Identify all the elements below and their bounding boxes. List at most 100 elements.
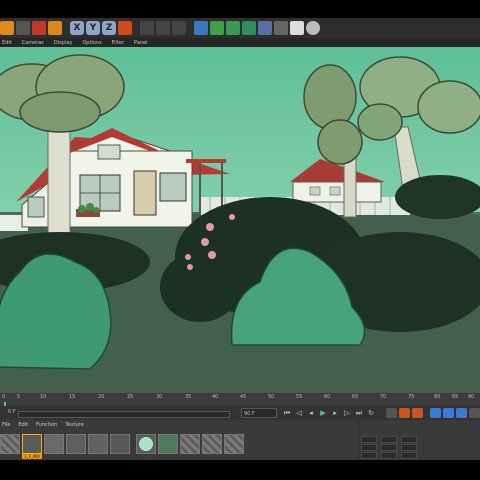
z-axis-button[interactable]: Z xyxy=(102,21,116,35)
render-view-icon[interactable] xyxy=(140,21,154,35)
timeline-tick: 10 xyxy=(40,394,47,400)
material-swatch[interactable] xyxy=(180,434,200,460)
material-menu-file[interactable]: File xyxy=(2,420,10,430)
timeline-tick: 25 xyxy=(127,394,134,400)
material-preview xyxy=(158,434,178,454)
menu-cameras[interactable]: Cameras xyxy=(22,40,44,46)
material-swatch-selected[interactable]: 1_F_MO xyxy=(22,434,42,460)
parameter-key-icon[interactable] xyxy=(469,408,480,418)
material-swatch[interactable] xyxy=(44,434,64,460)
render-picture-viewer-icon[interactable] xyxy=(156,21,170,35)
timeline-tick: 65 xyxy=(352,394,359,400)
timeline-tick: 45 xyxy=(240,394,247,400)
material-swatch[interactable] xyxy=(0,434,20,460)
material-preview xyxy=(44,434,64,454)
spline-pen-icon[interactable] xyxy=(210,21,224,35)
next-frame-icon[interactable]: ▸ xyxy=(330,408,340,418)
3d-viewport[interactable] xyxy=(0,47,480,392)
size-y-field[interactable] xyxy=(381,444,397,451)
x-axis-button[interactable]: X xyxy=(70,21,84,35)
position-y-field[interactable] xyxy=(361,444,377,451)
goto-end-icon[interactable]: ⏭ xyxy=(354,408,364,418)
material-swatch[interactable] xyxy=(224,434,244,460)
menu-options[interactable]: Options xyxy=(82,40,101,46)
scale-key-icon[interactable] xyxy=(443,408,454,418)
menu-edit[interactable]: Edit xyxy=(2,40,12,46)
material-swatch[interactable] xyxy=(88,434,108,460)
letterbox-bottom xyxy=(0,460,480,480)
transport-bar: 0 F 90 F ⏮ ◁ ◂ ▶ ▸ ▷ ⏭ ↻ xyxy=(0,406,480,420)
material-menu-texture[interactable]: Texture xyxy=(65,420,83,430)
coord-row-y xyxy=(361,444,417,451)
deformer-icon[interactable] xyxy=(258,21,272,35)
toolbar-separator xyxy=(134,21,138,35)
keyframe-selection-icon[interactable] xyxy=(412,408,423,418)
timeline-tick: 40 xyxy=(212,394,219,400)
nurbs-icon[interactable] xyxy=(226,21,240,35)
select-tool-icon[interactable] xyxy=(16,21,30,35)
main-toolbar: X Y Z xyxy=(0,18,480,38)
material-preview xyxy=(110,434,130,454)
cube-object-icon[interactable] xyxy=(194,21,208,35)
prev-key-icon[interactable]: ◁ xyxy=(294,408,304,418)
light-icon[interactable] xyxy=(306,21,320,35)
menu-display[interactable]: Display xyxy=(54,40,72,46)
coord-row-z xyxy=(361,452,417,459)
material-preview xyxy=(136,434,156,454)
array-icon[interactable] xyxy=(242,21,256,35)
material-preview xyxy=(202,434,222,454)
menu-panel[interactable]: Panel xyxy=(134,40,148,46)
cinema4d-window: X Y Z Edit Cameras Display Options Filte… xyxy=(0,18,480,460)
undo-icon[interactable] xyxy=(0,21,14,35)
material-swatch[interactable] xyxy=(158,434,178,460)
material-preview xyxy=(88,434,108,454)
timeline-tick: 5 xyxy=(17,394,21,400)
material-preview xyxy=(22,434,42,454)
material-swatch[interactable] xyxy=(66,434,86,460)
size-x-field[interactable] xyxy=(381,436,397,443)
material-preview xyxy=(224,434,244,454)
menu-filter[interactable]: Filter xyxy=(112,40,124,46)
timeline-tick: 50 xyxy=(268,394,275,400)
material-menu-function[interactable]: Function xyxy=(36,420,57,430)
material-swatch[interactable] xyxy=(136,434,156,460)
coordinates-manager xyxy=(358,420,480,460)
next-key-icon[interactable]: ▷ xyxy=(342,408,352,418)
camera-icon[interactable] xyxy=(290,21,304,35)
record-keys-icon[interactable] xyxy=(386,408,397,418)
render-settings-icon[interactable] xyxy=(172,21,186,35)
rotation-b-field[interactable] xyxy=(401,452,417,459)
timeline-tick: 80 xyxy=(434,394,441,400)
play-icon[interactable]: ▶ xyxy=(318,408,328,418)
position-z-field[interactable] xyxy=(361,452,377,459)
material-menu-edit[interactable]: Edit xyxy=(18,420,28,430)
size-z-field[interactable] xyxy=(381,452,397,459)
current-frame-field[interactable]: 0 F xyxy=(8,409,16,415)
timeline-tick: 75 xyxy=(408,394,415,400)
position-key-icon[interactable] xyxy=(430,408,441,418)
timeline-ruler[interactable]: 0 5 10 15 20 25 30 35 40 45 50 55 60 65 … xyxy=(0,392,480,407)
preview-range-slider[interactable] xyxy=(18,411,230,418)
timeline-tick: 0 xyxy=(2,394,6,400)
move-tool-icon[interactable] xyxy=(32,21,46,35)
autokey-icon[interactable] xyxy=(399,408,410,418)
prev-frame-icon[interactable]: ◂ xyxy=(306,408,316,418)
material-label: 1_F_MO xyxy=(22,454,42,459)
end-frame-field[interactable]: 90 F xyxy=(241,408,277,418)
rotation-key-icon[interactable] xyxy=(456,408,467,418)
goto-start-icon[interactable]: ⏮ xyxy=(282,408,292,418)
toolbar-separator xyxy=(64,21,68,35)
position-x-field[interactable] xyxy=(361,436,377,443)
viewport-menu-bar: Edit Cameras Display Options Filter Pane… xyxy=(0,38,480,47)
rotation-h-field[interactable] xyxy=(401,436,417,443)
scene-icon[interactable] xyxy=(274,21,288,35)
coordinate-system-icon[interactable] xyxy=(118,21,132,35)
rotate-tool-icon[interactable] xyxy=(48,21,62,35)
y-axis-button[interactable]: Y xyxy=(86,21,100,35)
material-manager-menu: File Edit Function Texture xyxy=(0,420,84,430)
loop-icon[interactable]: ↻ xyxy=(366,408,376,418)
timeline-tick: 85 xyxy=(452,394,459,400)
material-swatch[interactable] xyxy=(110,434,130,460)
rotation-p-field[interactable] xyxy=(401,444,417,451)
material-swatch[interactable] xyxy=(202,434,222,460)
